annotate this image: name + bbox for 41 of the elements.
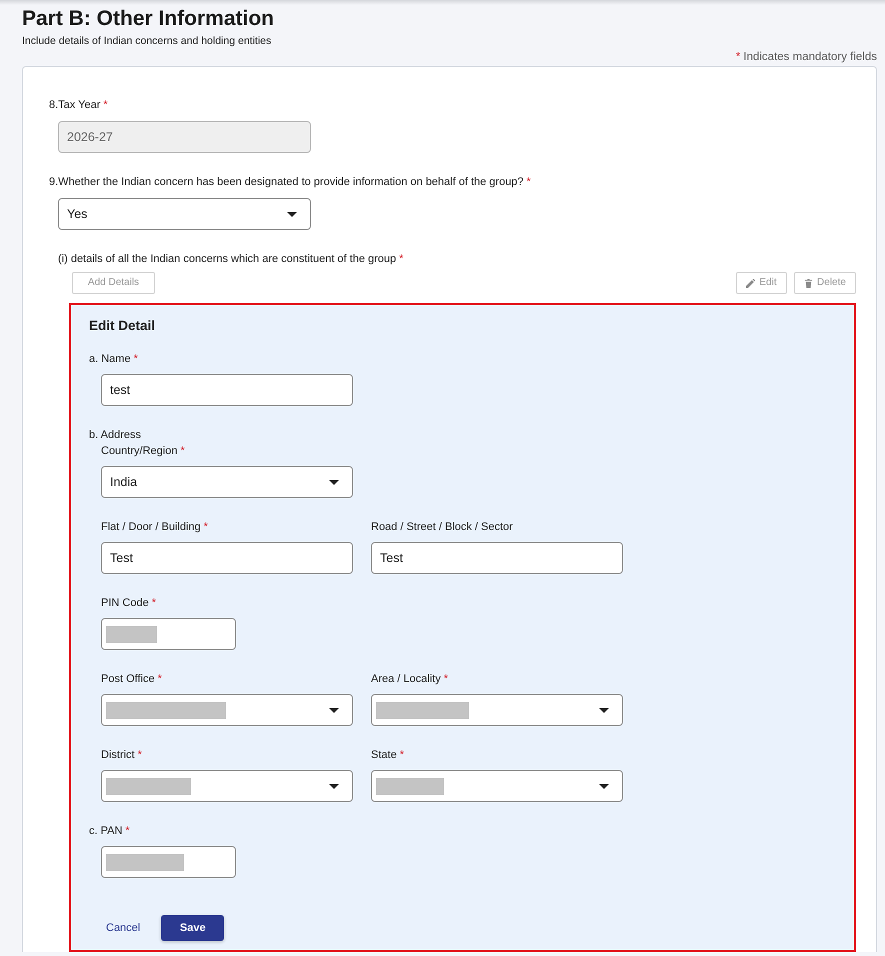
text-field[interactable]: test — [101, 374, 353, 406]
panel-title: Edit Detail — [89, 317, 156, 335]
dropdown[interactable] — [371, 694, 623, 726]
caret-down-icon — [599, 784, 609, 788]
save-button[interactable]: Save — [161, 915, 224, 941]
dropdown[interactable]: India — [101, 466, 353, 498]
caret-down-icon — [329, 784, 339, 788]
section-label: a. Name * — [89, 352, 139, 367]
caret-down-icon — [329, 708, 339, 712]
redacted-value-block — [376, 778, 444, 795]
mandatory-fields-note: * Indicates mandatory fields — [734, 50, 877, 64]
question-label: 9.Whether the Indian concern has been designated to provide information on behalf of the group? * — [49, 175, 532, 190]
dropdown[interactable] — [101, 770, 353, 802]
field-label: Road / Street / Block / Sector — [371, 520, 514, 535]
field-label: Flat / Door / Building * — [101, 520, 209, 535]
question-label: 8.Tax Year * — [49, 98, 109, 113]
short-text-field[interactable] — [101, 846, 236, 878]
cancel-link[interactable]: Cancel — [106, 920, 140, 936]
caret-down-icon — [287, 212, 297, 216]
field-label: Area / Locality * — [371, 672, 449, 687]
field-label: District * — [101, 748, 143, 763]
question-label: (i) details of all the Indian concerns which are constituent of the group * — [58, 252, 404, 267]
field-label: Post Office * — [101, 672, 163, 687]
trash-icon — [804, 278, 814, 288]
text-field[interactable]: Test — [101, 542, 353, 574]
page-title: Part B: Other Information — [22, 7, 276, 31]
pencil-icon — [746, 278, 756, 288]
caret-down-icon — [329, 480, 339, 484]
dropdown[interactable] — [101, 694, 353, 726]
dropdown[interactable]: Yes — [58, 198, 311, 230]
field-label: Country/Region * — [101, 444, 186, 459]
field-label: PIN Code * — [101, 596, 157, 611]
dropdown[interactable] — [371, 770, 623, 802]
section-label: b. Address — [89, 428, 142, 443]
text-field[interactable]: Test — [371, 542, 623, 574]
field-label: State * — [371, 748, 405, 763]
section-label: c. PAN * — [89, 824, 131, 839]
redacted-value-block — [106, 626, 157, 643]
short-text-field[interactable] — [101, 618, 236, 650]
page-subtitle: Include details of Indian concerns and holding entities — [22, 35, 272, 48]
caret-down-icon — [599, 708, 609, 712]
